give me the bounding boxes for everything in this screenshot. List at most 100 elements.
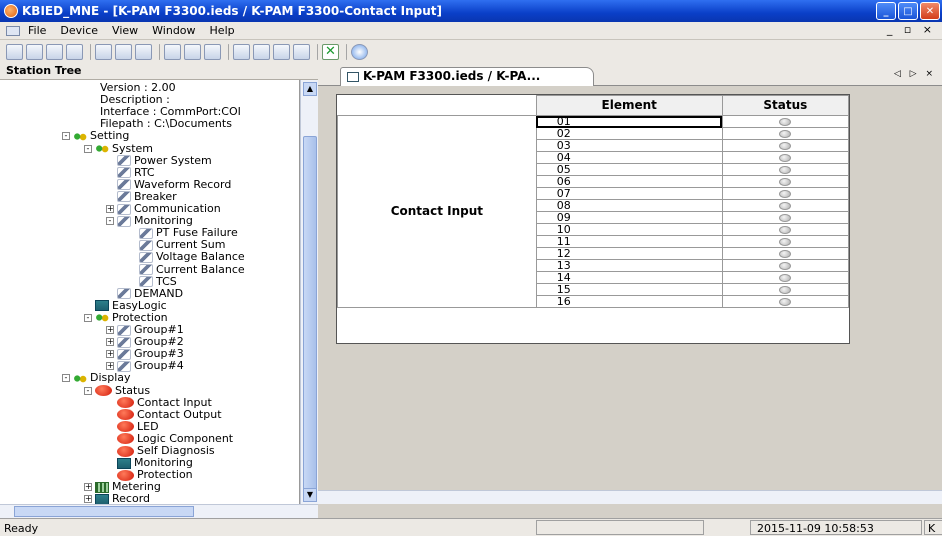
tree-item[interactable]: - Setting xyxy=(62,130,129,142)
monitor-icon[interactable] xyxy=(184,44,201,60)
status-cell xyxy=(721,115,850,128)
tree-vertical-scrollbar[interactable]: ▲ ▼ xyxy=(300,80,318,504)
scroll-down-icon[interactable]: ▼ xyxy=(303,488,317,502)
collapse-icon[interactable]: - xyxy=(84,386,92,395)
expand-icon[interactable]: + xyxy=(84,495,92,504)
element-cell[interactable]: 16 xyxy=(535,295,723,308)
wrench-icon xyxy=(117,288,131,300)
settings-icon[interactable] xyxy=(164,44,181,60)
gear-icon xyxy=(73,130,87,142)
status-cell xyxy=(721,283,850,296)
collapse-icon[interactable]: - xyxy=(84,144,92,153)
content-horizontal-scrollbar[interactable] xyxy=(318,490,942,504)
table-icon[interactable] xyxy=(204,44,221,60)
edit-icon[interactable] xyxy=(253,44,270,60)
menu-device[interactable]: Device xyxy=(60,24,98,37)
element-cell[interactable]: 06 xyxy=(535,175,723,188)
maximize-button[interactable]: □ xyxy=(898,2,918,20)
element-cell[interactable]: 03 xyxy=(535,139,723,152)
element-cell[interactable]: 05 xyxy=(535,163,723,176)
toolbar-separator xyxy=(90,44,91,60)
tree-horizontal-scrollbar[interactable] xyxy=(0,504,318,518)
tree-item[interactable]: RTC xyxy=(106,165,155,179)
status-cell xyxy=(721,199,850,212)
tree-item-label: TCS xyxy=(156,274,177,288)
table-row[interactable]: Contact Input 01 xyxy=(337,115,850,308)
minimize-button[interactable]: _ xyxy=(876,2,896,20)
expand-icon[interactable]: + xyxy=(106,362,114,371)
tree-item[interactable]: - Display xyxy=(62,372,131,384)
expand-icon[interactable]: + xyxy=(84,483,92,492)
tree-item[interactable]: Contact Input xyxy=(106,395,212,409)
element-cell[interactable]: 09 xyxy=(535,211,723,224)
tree-item[interactable]: - System xyxy=(84,142,153,155)
connect-icon[interactable] xyxy=(46,44,63,60)
tree-item[interactable]: Current Balance xyxy=(128,263,245,276)
close-button[interactable]: ✕ xyxy=(920,2,940,20)
red-icon xyxy=(117,397,134,409)
tree-item[interactable]: LED xyxy=(106,419,159,433)
collapse-icon[interactable]: - xyxy=(106,217,114,226)
element-cell[interactable]: 08 xyxy=(535,199,723,212)
tab-document[interactable]: K-PAM F3300.ieds / K-PA... xyxy=(340,67,594,86)
element-cell[interactable]: 13 xyxy=(535,259,723,272)
download-icon[interactable] xyxy=(135,44,152,60)
tree-item-label: DEMAND xyxy=(134,286,184,300)
scroll-up-icon[interactable]: ▲ xyxy=(303,82,317,96)
tab-navigation[interactable]: ◁ ▷ × xyxy=(894,69,936,79)
element-cell[interactable]: 14 xyxy=(535,271,723,284)
tree-item-label: RTC xyxy=(134,165,155,179)
tree-item[interactable]: TCS xyxy=(128,274,177,288)
tree-item-label: Contact Input xyxy=(137,395,212,409)
menu-file[interactable]: File xyxy=(28,24,46,37)
expand-icon[interactable]: + xyxy=(106,350,114,359)
expand-icon[interactable]: + xyxy=(106,338,114,347)
header-element: Element xyxy=(535,95,723,116)
element-cell[interactable]: 01 xyxy=(535,115,723,128)
collapse-icon[interactable]: - xyxy=(62,374,70,383)
wrench-icon xyxy=(117,215,131,227)
tree-item[interactable]: Waveform Record xyxy=(106,178,231,191)
window-icon[interactable] xyxy=(233,44,250,60)
status-cell xyxy=(721,271,850,284)
excel-icon[interactable]: ✕ xyxy=(322,44,339,60)
help-icon[interactable] xyxy=(351,44,368,60)
collapse-icon[interactable]: - xyxy=(84,313,92,322)
save-icon[interactable] xyxy=(26,44,43,60)
wrench-icon xyxy=(117,336,131,348)
tree-item[interactable]: + Record xyxy=(84,493,150,504)
mdi-controls[interactable]: _ ▫ × xyxy=(887,23,936,36)
element-cell[interactable]: 12 xyxy=(535,247,723,260)
collapse-icon[interactable]: - xyxy=(62,132,70,141)
open-icon[interactable] xyxy=(6,44,23,60)
element-cell[interactable]: 10 xyxy=(535,223,723,236)
tree-item-label: LED xyxy=(137,419,159,433)
tree-item[interactable]: Power System xyxy=(106,154,212,167)
tools-icon[interactable] xyxy=(273,44,290,60)
element-cell[interactable]: 04 xyxy=(535,151,723,164)
scroll-thumb[interactable] xyxy=(303,136,317,490)
layout-icon[interactable] xyxy=(293,44,310,60)
tree-item[interactable]: DEMAND xyxy=(106,286,184,300)
tree-item-label: EasyLogic xyxy=(112,298,167,312)
window-title: KBIED_MNE - [K-PAM F3300.ieds / K-PAM F3… xyxy=(22,4,443,18)
red-icon xyxy=(117,433,134,445)
tree-item[interactable]: - Status xyxy=(84,384,150,397)
expand-icon[interactable]: + xyxy=(106,205,114,213)
menu-view[interactable]: View xyxy=(112,24,138,37)
tab-strip: K-PAM F3300.ieds / K-PA... ◁ ▷ × xyxy=(318,64,942,86)
expand-icon[interactable]: + xyxy=(106,326,114,334)
chart-icon[interactable] xyxy=(95,44,112,60)
tree-item[interactable]: Contact Output xyxy=(106,408,222,421)
menu-window[interactable]: Window xyxy=(152,24,195,37)
scroll-thumb[interactable] xyxy=(14,506,194,517)
upload-icon[interactable] xyxy=(115,44,132,60)
element-cell[interactable]: 11 xyxy=(535,235,723,248)
tree-item[interactable]: Voltage Balance xyxy=(128,251,245,263)
menu-help[interactable]: Help xyxy=(210,24,235,37)
network-icon[interactable] xyxy=(66,44,83,60)
element-cell[interactable]: 07 xyxy=(535,187,723,200)
element-cell[interactable]: 02 xyxy=(535,127,723,140)
element-cell[interactable]: 15 xyxy=(535,283,723,296)
tree-item[interactable]: EasyLogic xyxy=(84,298,167,312)
